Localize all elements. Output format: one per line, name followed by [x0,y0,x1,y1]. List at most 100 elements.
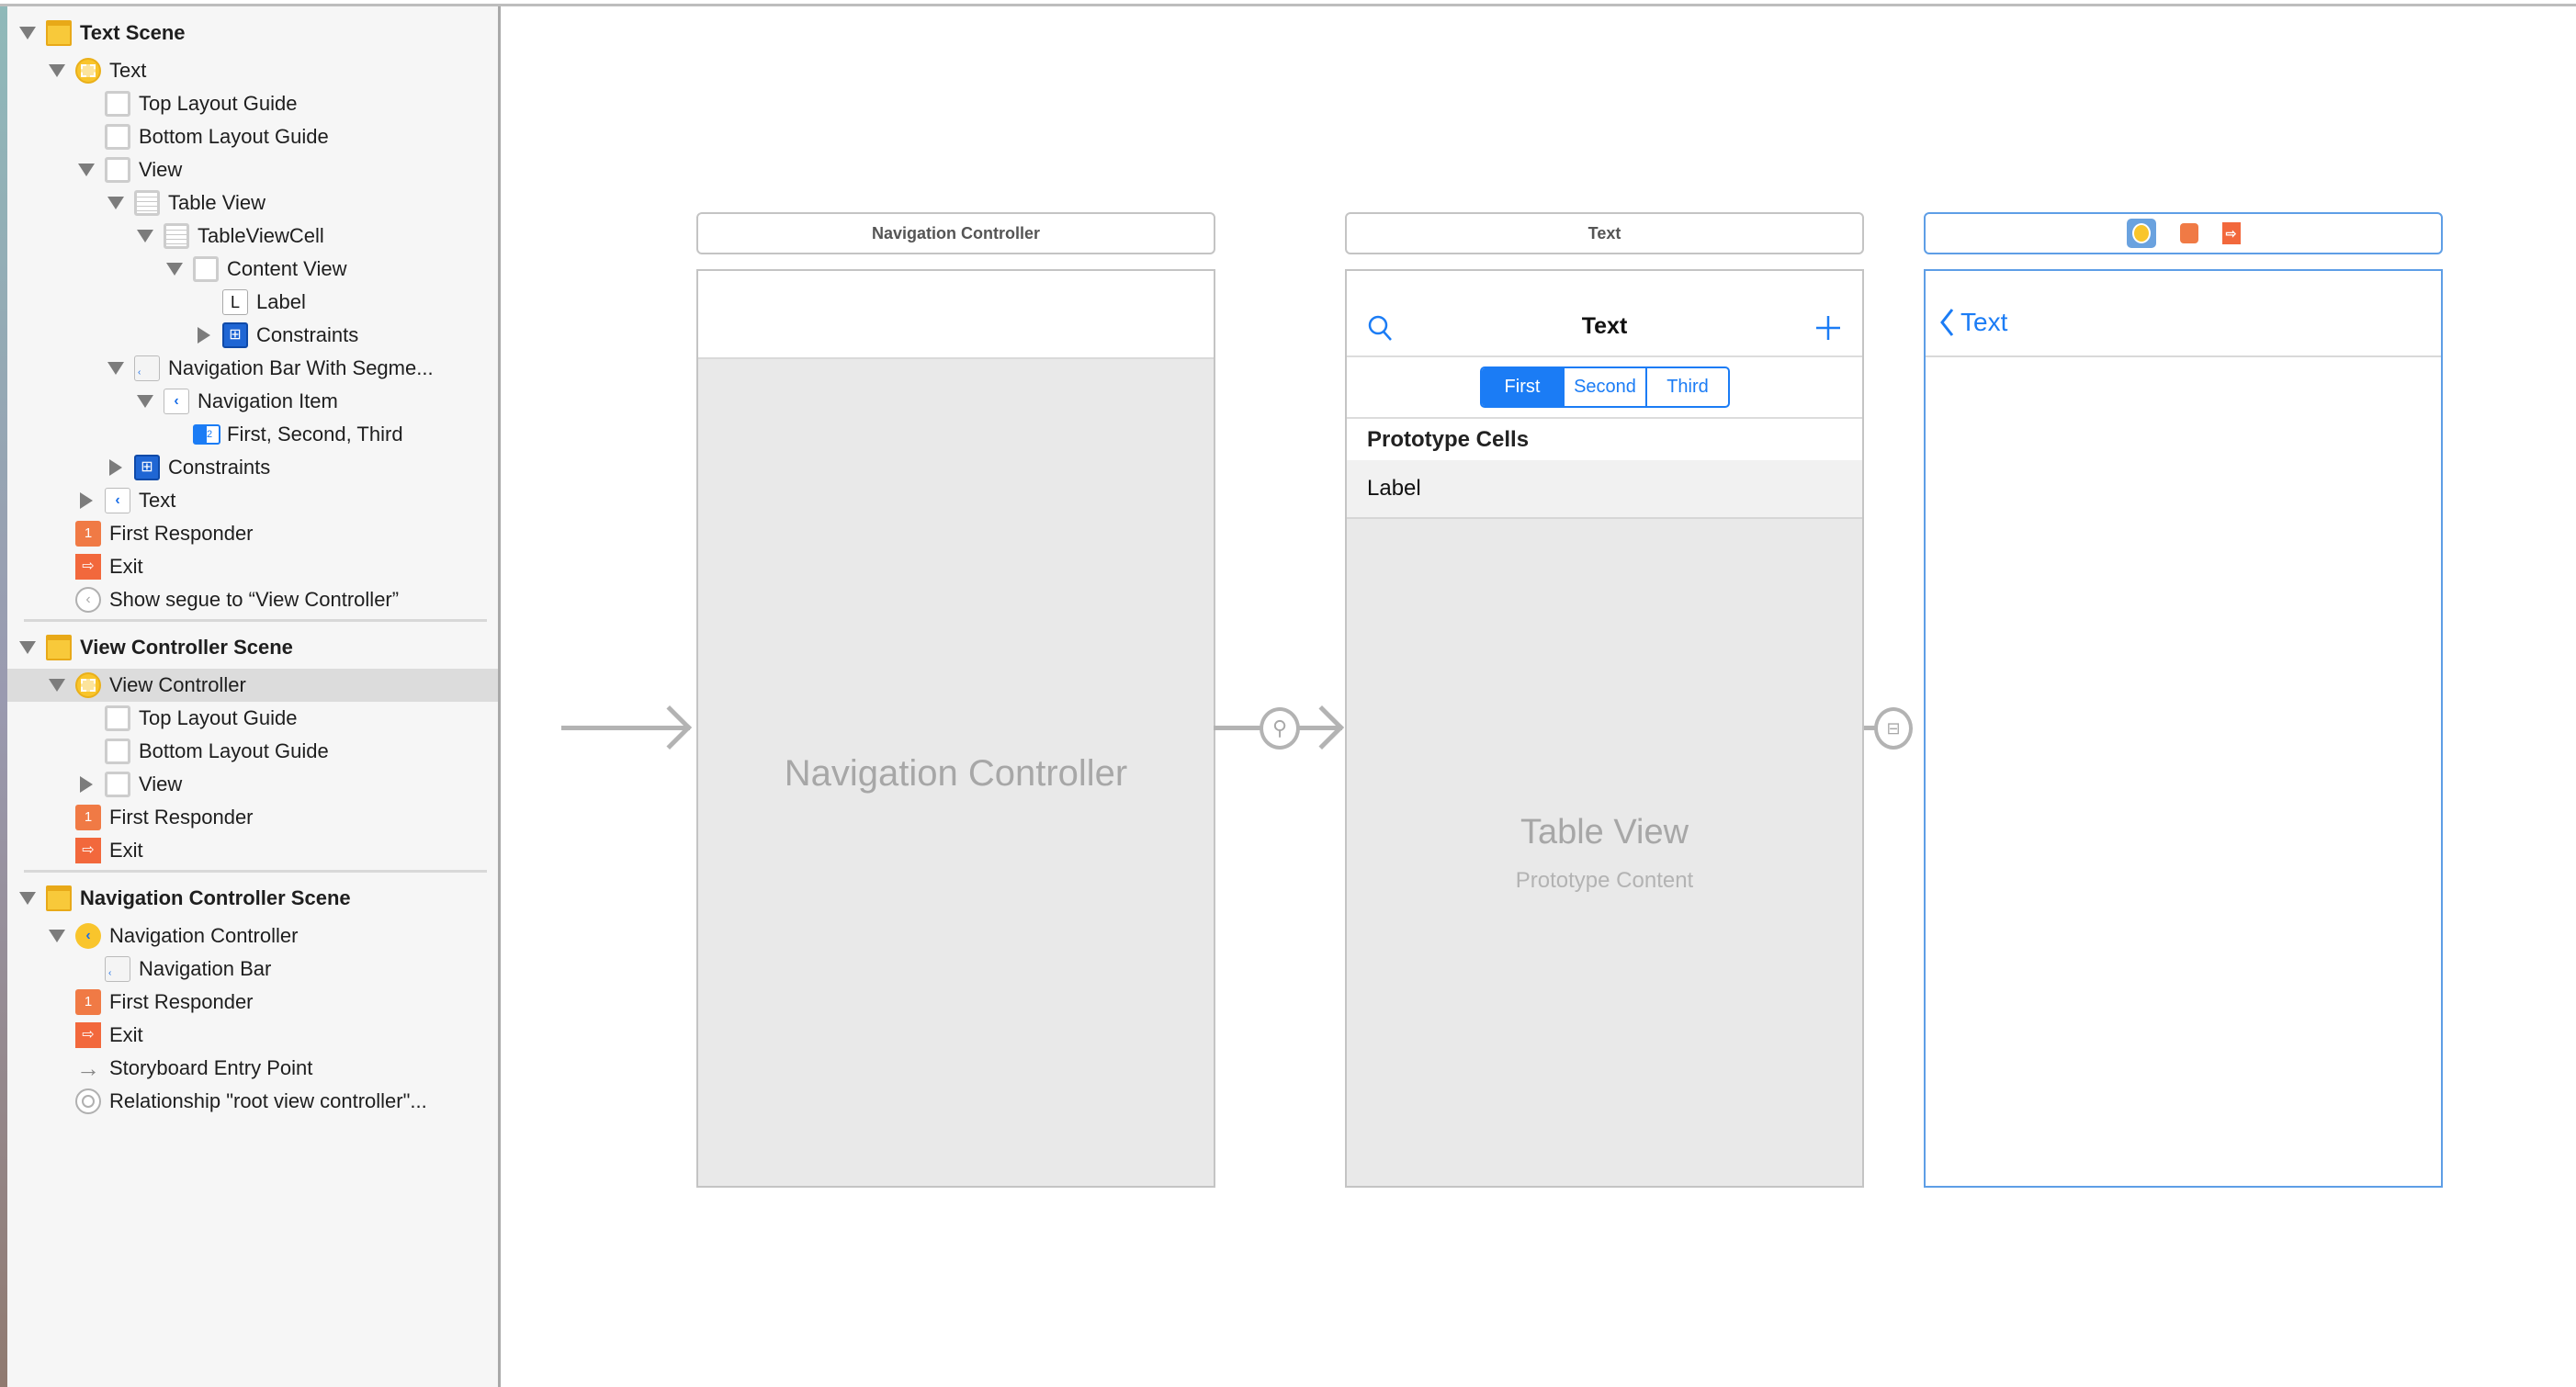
outline-item[interactable]: L Label [7,286,498,319]
nav-controller-scene-title[interactable]: Navigation Controller [696,212,1215,254]
disclosure-triangle-closed-icon[interactable] [198,327,210,344]
outline-tree[interactable]: Text Scene Text Top Layout Guide Bottom Lay… [7,11,498,1118]
exit-icon: ⇨ [75,554,101,580]
entry-arrow-head-icon [647,705,693,750]
disclosure-triangle-open-icon[interactable] [19,640,36,654]
bottom-layout-guide-icon [105,739,130,764]
disclosure-triangle-closed-icon[interactable] [80,492,93,509]
segment-bar: First Second Third [1347,357,1862,419]
segue-arrow-head-icon [1299,705,1345,750]
nav-controller-frame[interactable]: Navigation Controller [696,269,1215,1188]
outline-item[interactable]: ⊞ Constraints [7,319,498,352]
outline-item[interactable]: ⇨ Exit [7,834,498,867]
navigation-controller-icon: ‹ [75,923,101,949]
constraints-icon: ⊞ [134,455,160,480]
view-controller-dock-icon[interactable] [2126,219,2156,248]
table-scene-title[interactable]: Text [1345,212,1864,254]
disclosure-triangle-open-icon[interactable] [49,930,65,942]
outline-item-label: Navigation Bar With Segme... [168,356,434,379]
disclosure-triangle-open-icon[interactable] [166,263,183,276]
outline-item[interactable]: ⇨ Exit [7,550,498,583]
outline-item-label: View Controller [109,673,246,696]
outline-item[interactable]: View [7,153,498,186]
outline-item[interactable]: ‹ Show segue to “View Controller” [7,583,498,616]
outline-item[interactable]: View [7,768,498,801]
label-icon: L [222,289,248,315]
prototype-cell[interactable]: Label [1347,460,1862,519]
outline-item-label: Text Scene [80,21,186,44]
navigation-bar-icon: ‹ [105,956,130,982]
relationship-segue-icon[interactable]: ⚲ [1260,707,1300,750]
outline-item-label: View Controller Scene [80,636,293,659]
outline-item-label: Top Layout Guide [139,92,298,115]
document-outline[interactable]: Text Scene Text Top Layout Guide Bottom Lay… [0,6,501,1387]
outline-item[interactable]: TableViewCell [7,220,498,253]
outline-item[interactable]: Relationship "root view controller"... [7,1085,498,1118]
segment-first[interactable]: First [1482,368,1563,406]
disclosure-triangle-open-icon[interactable] [107,197,124,209]
outline-item[interactable]: Text [7,54,498,87]
outline-scene[interactable]: Text Scene [7,11,498,54]
outline-item[interactable]: Top Layout Guide [7,87,498,120]
vc-scene-dock[interactable]: ⇨ [1924,212,2443,254]
segmented-control-icon: 12 [193,424,220,445]
segment-second[interactable]: Second [1563,368,1645,406]
outline-item[interactable]: 1 First Responder [7,801,498,834]
outline-item-label: Navigation Controller Scene [80,886,351,909]
outline-scene[interactable]: Navigation Controller Scene [7,876,498,919]
disclosure-triangle-open-icon[interactable] [49,679,65,692]
disclosure-triangle-open-icon[interactable] [78,164,95,176]
outline-item[interactable]: Table View [7,186,498,220]
outline-item[interactable]: → Storyboard Entry Point [7,1052,498,1085]
disclosure-triangle-open-icon[interactable] [137,230,153,242]
outline-item[interactable]: 12 First, Second, Third [7,418,498,451]
outline-scene[interactable]: View Controller Scene [7,626,498,669]
outline-item[interactable]: 1 First Responder [7,517,498,550]
exit-dock-icon[interactable]: ⇨ [2221,222,2241,244]
back-button[interactable]: Text [1938,308,2007,337]
add-plus-icon[interactable] [1814,314,1842,342]
view-icon [105,157,130,183]
window-edge [0,6,7,1387]
outline-item[interactable]: ‹ Navigation Bar [7,953,498,986]
outline-item[interactable]: ⊞ Constraints [7,451,498,484]
segment-third[interactable]: Third [1645,368,1728,406]
outline-item[interactable]: Content View [7,253,498,286]
first-responder-dock-icon[interactable] [2179,223,2198,243]
nav-controller-navigation-bar[interactable] [698,271,1214,359]
view-controller-icon [75,58,101,84]
outline-item-label: Top Layout Guide [139,706,298,729]
disclosure-triangle-open-icon[interactable] [107,362,124,375]
disclosure-triangle-open-icon[interactable] [137,395,153,408]
segmented-control[interactable]: First Second Third [1480,366,1730,408]
vc-navigation-bar: Text [1926,271,2441,357]
scene-title-label: Navigation Controller [871,223,1040,242]
outline-item[interactable]: View Controller [7,669,498,702]
disclosure-triangle-closed-icon[interactable] [80,776,93,793]
constraints-icon: ⊞ [222,322,248,348]
outline-item[interactable]: ‹ Navigation Bar With Segme... [7,352,498,385]
outline-item[interactable]: Bottom Layout Guide [7,120,498,153]
view-icon [193,256,219,282]
outline-item[interactable]: Top Layout Guide [7,702,498,735]
table-vc-frame[interactable]: Text First Second Third Prototype Cells … [1345,269,1864,1188]
disclosure-triangle-open-icon[interactable] [19,26,36,39]
outline-item[interactable]: 1 First Responder [7,986,498,1019]
table-view-icon [134,190,160,216]
disclosure-triangle-open-icon[interactable] [19,891,36,905]
scene-icon [46,885,72,911]
view-controller-frame[interactable]: Text [1924,269,2443,1188]
outline-item-label: First Responder [109,806,254,829]
show-segue-icon[interactable]: ⊟ [1874,707,1913,750]
outline-item[interactable]: Bottom Layout Guide [7,735,498,768]
outline-item[interactable]: ‹ Navigation Controller [7,919,498,953]
outline-item[interactable]: ‹ Navigation Item [7,385,498,418]
outline-item[interactable]: ‹ Text [7,484,498,517]
outline-item[interactable]: ⇨ Exit [7,1019,498,1052]
outline-item-label: Constraints [256,323,359,346]
outline-item-label: Relationship "root view controller"... [109,1089,427,1112]
disclosure-triangle-open-icon[interactable] [49,64,65,77]
disclosure-triangle-closed-icon[interactable] [109,459,122,476]
outline-item-label: Navigation Item [198,389,338,412]
scene-icon [46,634,72,660]
